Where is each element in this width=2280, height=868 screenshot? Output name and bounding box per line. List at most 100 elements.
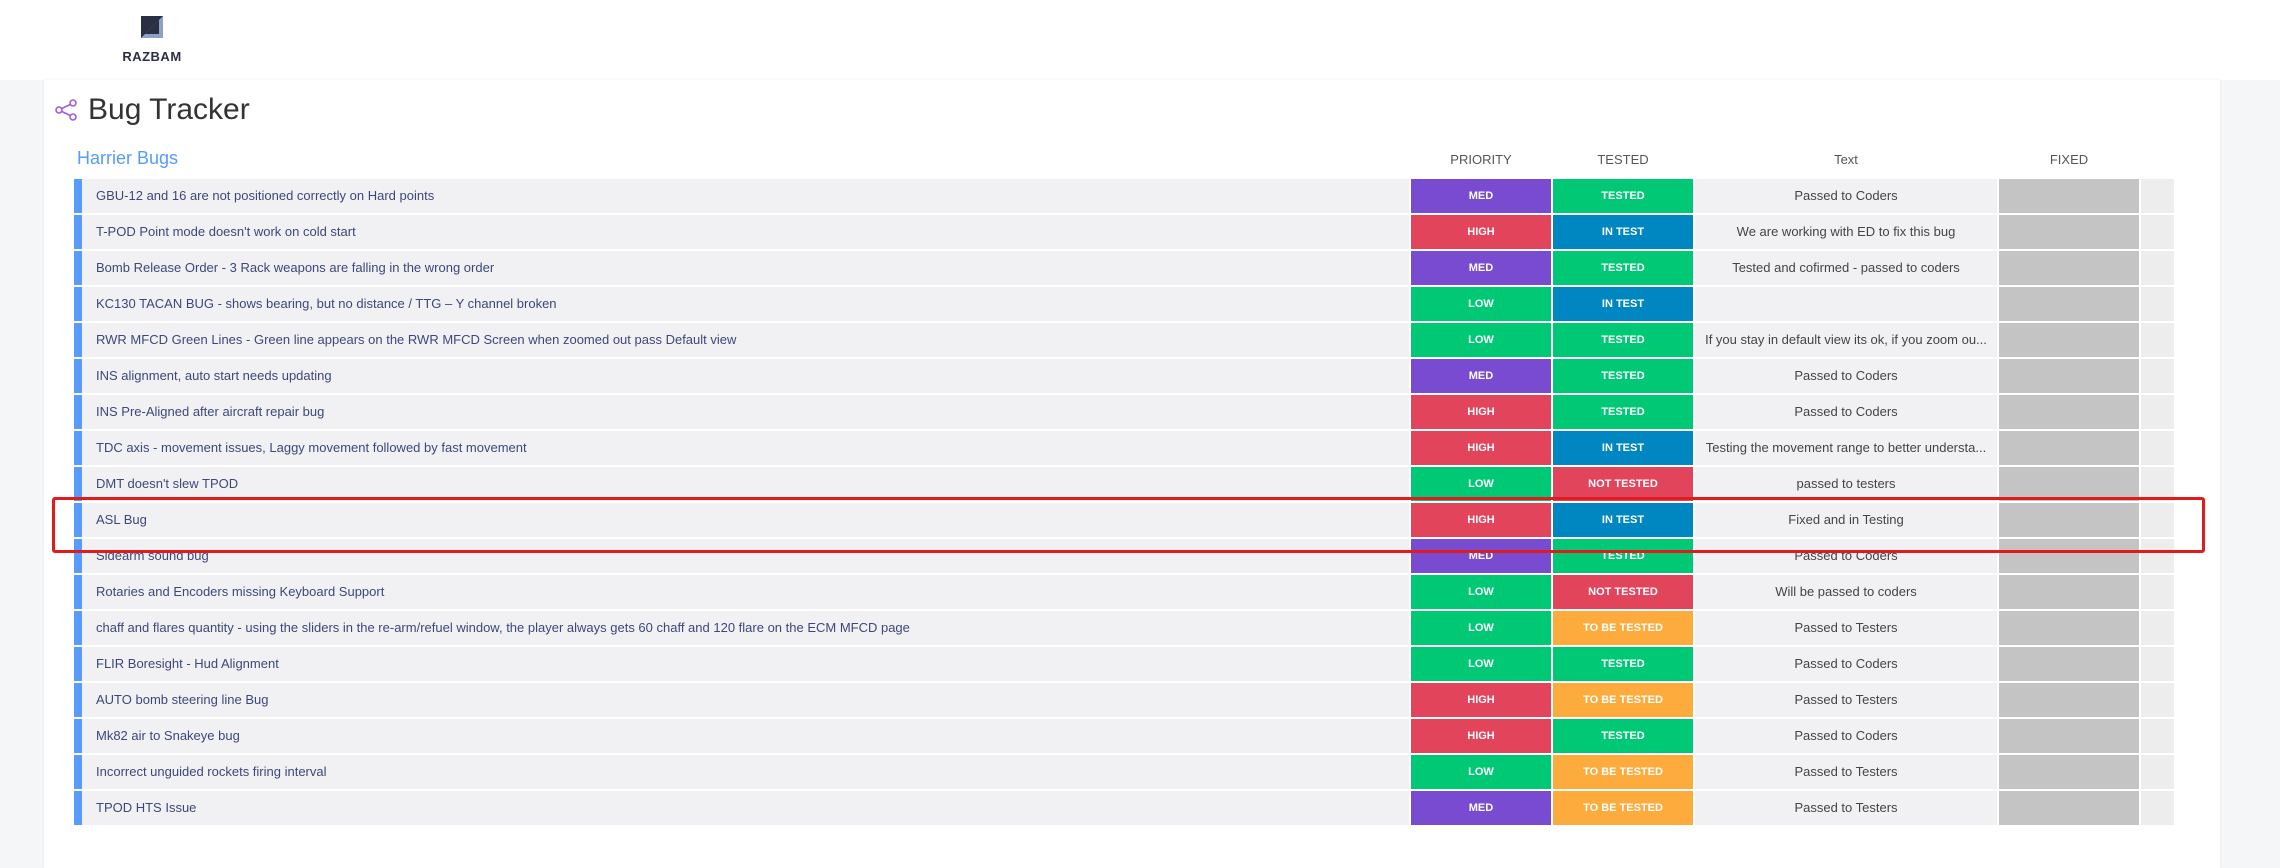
item-name[interactable]: RWR MFCD Green Lines - Green line appear…	[82, 323, 1409, 357]
razbam-logo[interactable]: RAZBAM	[112, 14, 192, 64]
table-row[interactable]: Sidearm sound bug MED TESTED Passed to Code…	[74, 539, 2174, 573]
text-cell[interactable]: Passed to Coders	[1695, 359, 1997, 393]
tested-status[interactable]: IN TEST	[1553, 287, 1693, 321]
item-name[interactable]: INS Pre-Aligned after aircraft repair bu…	[82, 395, 1409, 429]
item-name[interactable]: DMT doesn't slew TPOD	[82, 467, 1409, 501]
text-cell[interactable]: Passed to Coders	[1695, 539, 1997, 573]
tested-status[interactable]: IN TEST	[1553, 431, 1693, 465]
column-header-priority[interactable]: PRIORITY	[1411, 152, 1551, 167]
table-row[interactable]: Bomb Release Order - 3 Rack weapons are …	[74, 251, 2174, 285]
priority-status[interactable]: LOW	[1411, 611, 1551, 645]
priority-status[interactable]: LOW	[1411, 647, 1551, 681]
item-name[interactable]: TDC axis - movement issues, Laggy moveme…	[82, 431, 1409, 465]
text-cell[interactable]: Passed to Testers	[1695, 683, 1997, 717]
item-name[interactable]: Rotaries and Encoders missing Keyboard S…	[82, 575, 1409, 609]
fixed-cell[interactable]	[1999, 431, 2139, 465]
table-row[interactable]: TPOD HTS Issue MED TO BE TESTED Passed to T…	[74, 791, 2174, 825]
item-name[interactable]: Incorrect unguided rockets firing interv…	[82, 755, 1409, 789]
table-row[interactable]: INS alignment, auto start needs updating…	[74, 359, 2174, 393]
table-row[interactable]: chaff and flares quantity - using the sl…	[74, 611, 2174, 645]
priority-status[interactable]: MED	[1411, 359, 1551, 393]
text-cell[interactable]: Fixed and in Testing	[1695, 503, 1997, 537]
table-row[interactable]: INS Pre-Aligned after aircraft repair bu…	[74, 395, 2174, 429]
fixed-cell[interactable]	[1999, 359, 2139, 393]
table-row[interactable]: ASL Bug HIGH IN TEST Fixed and in Testing	[74, 503, 2174, 537]
tested-status[interactable]: TESTED	[1553, 179, 1693, 213]
tested-status[interactable]: NOT TESTED	[1553, 467, 1693, 501]
item-name[interactable]: T-POD Point mode doesn't work on cold st…	[82, 215, 1409, 249]
share-icon[interactable]	[54, 98, 78, 122]
text-cell[interactable]: We are working with ED to fix this bug	[1695, 215, 1997, 249]
fixed-cell[interactable]	[1999, 539, 2139, 573]
priority-status[interactable]: MED	[1411, 539, 1551, 573]
priority-status[interactable]: HIGH	[1411, 431, 1551, 465]
table-row[interactable]: Incorrect unguided rockets firing interv…	[74, 755, 2174, 789]
tested-status[interactable]: TO BE TESTED	[1553, 791, 1693, 825]
text-cell[interactable]: Passed to Coders	[1695, 647, 1997, 681]
tested-status[interactable]: TO BE TESTED	[1553, 611, 1693, 645]
tested-status[interactable]: TESTED	[1553, 251, 1693, 285]
fixed-cell[interactable]	[1999, 179, 2139, 213]
text-cell[interactable]: Passed to Coders	[1695, 395, 1997, 429]
fixed-cell[interactable]	[1999, 467, 2139, 501]
priority-status[interactable]: HIGH	[1411, 503, 1551, 537]
text-cell[interactable]: Will be passed to coders	[1695, 575, 1997, 609]
priority-status[interactable]: MED	[1411, 791, 1551, 825]
priority-status[interactable]: HIGH	[1411, 719, 1551, 753]
fixed-cell[interactable]	[1999, 755, 2139, 789]
item-name[interactable]: INS alignment, auto start needs updating	[82, 359, 1409, 393]
tested-status[interactable]: IN TEST	[1553, 215, 1693, 249]
item-name[interactable]: Mk82 air to Snakeye bug	[82, 719, 1409, 753]
tested-status[interactable]: TESTED	[1553, 359, 1693, 393]
text-cell[interactable]: If you stay in default view its ok, if y…	[1695, 323, 1997, 357]
item-name[interactable]: Sidearm sound bug	[82, 539, 1409, 573]
table-row[interactable]: Rotaries and Encoders missing Keyboard S…	[74, 575, 2174, 609]
column-header-text[interactable]: Text	[1695, 152, 1997, 167]
priority-status[interactable]: MED	[1411, 179, 1551, 213]
tested-status[interactable]: NOT TESTED	[1553, 575, 1693, 609]
tested-status[interactable]: TESTED	[1553, 395, 1693, 429]
table-row[interactable]: Mk82 air to Snakeye bug HIGH TESTED Passed …	[74, 719, 2174, 753]
text-cell[interactable]: Passed to Testers	[1695, 755, 1997, 789]
item-name[interactable]: chaff and flares quantity - using the sl…	[82, 611, 1409, 645]
tested-status[interactable]: TESTED	[1553, 719, 1693, 753]
fixed-cell[interactable]	[1999, 503, 2139, 537]
tested-status[interactable]: TO BE TESTED	[1553, 683, 1693, 717]
priority-status[interactable]: LOW	[1411, 323, 1551, 357]
fixed-cell[interactable]	[1999, 647, 2139, 681]
column-header-fixed[interactable]: FIXED	[1999, 152, 2139, 167]
item-name[interactable]: AUTO bomb steering line Bug	[82, 683, 1409, 717]
fixed-cell[interactable]	[1999, 251, 2139, 285]
text-cell[interactable]	[1695, 287, 1997, 321]
priority-status[interactable]: LOW	[1411, 575, 1551, 609]
item-name[interactable]: GBU-12 and 16 are not positioned correct…	[82, 179, 1409, 213]
text-cell[interactable]: Passed to Testers	[1695, 791, 1997, 825]
priority-status[interactable]: HIGH	[1411, 215, 1551, 249]
fixed-cell[interactable]	[1999, 791, 2139, 825]
text-cell[interactable]: passed to testers	[1695, 467, 1997, 501]
fixed-cell[interactable]	[1999, 323, 2139, 357]
item-name[interactable]: Bomb Release Order - 3 Rack weapons are …	[82, 251, 1409, 285]
tested-status[interactable]: TESTED	[1553, 323, 1693, 357]
table-row[interactable]: KC130 TACAN BUG - shows bearing, but no …	[74, 287, 2174, 321]
text-cell[interactable]: Testing the movement range to better und…	[1695, 431, 1997, 465]
tested-status[interactable]: TESTED	[1553, 647, 1693, 681]
table-row[interactable]: DMT doesn't slew TPOD LOW NOT TESTED passed…	[74, 467, 2174, 501]
fixed-cell[interactable]	[1999, 395, 2139, 429]
fixed-cell[interactable]	[1999, 287, 2139, 321]
item-name[interactable]: ASL Bug	[82, 503, 1409, 537]
tested-status[interactable]: IN TEST	[1553, 503, 1693, 537]
item-name[interactable]: TPOD HTS Issue	[82, 791, 1409, 825]
tested-status[interactable]: TESTED	[1553, 539, 1693, 573]
text-cell[interactable]: Passed to Testers	[1695, 611, 1997, 645]
table-row[interactable]: RWR MFCD Green Lines - Green line appear…	[74, 323, 2174, 357]
tested-status[interactable]: TO BE TESTED	[1553, 755, 1693, 789]
fixed-cell[interactable]	[1999, 611, 2139, 645]
board-title[interactable]: Bug Tracker	[88, 93, 250, 127]
priority-status[interactable]: LOW	[1411, 287, 1551, 321]
table-row[interactable]: GBU-12 and 16 are not positioned correct…	[74, 179, 2174, 213]
table-row[interactable]: AUTO bomb steering line Bug HIGH TO BE TES…	[74, 683, 2174, 717]
item-name[interactable]: FLIR Boresight - Hud Alignment	[82, 647, 1409, 681]
fixed-cell[interactable]	[1999, 215, 2139, 249]
priority-status[interactable]: LOW	[1411, 467, 1551, 501]
